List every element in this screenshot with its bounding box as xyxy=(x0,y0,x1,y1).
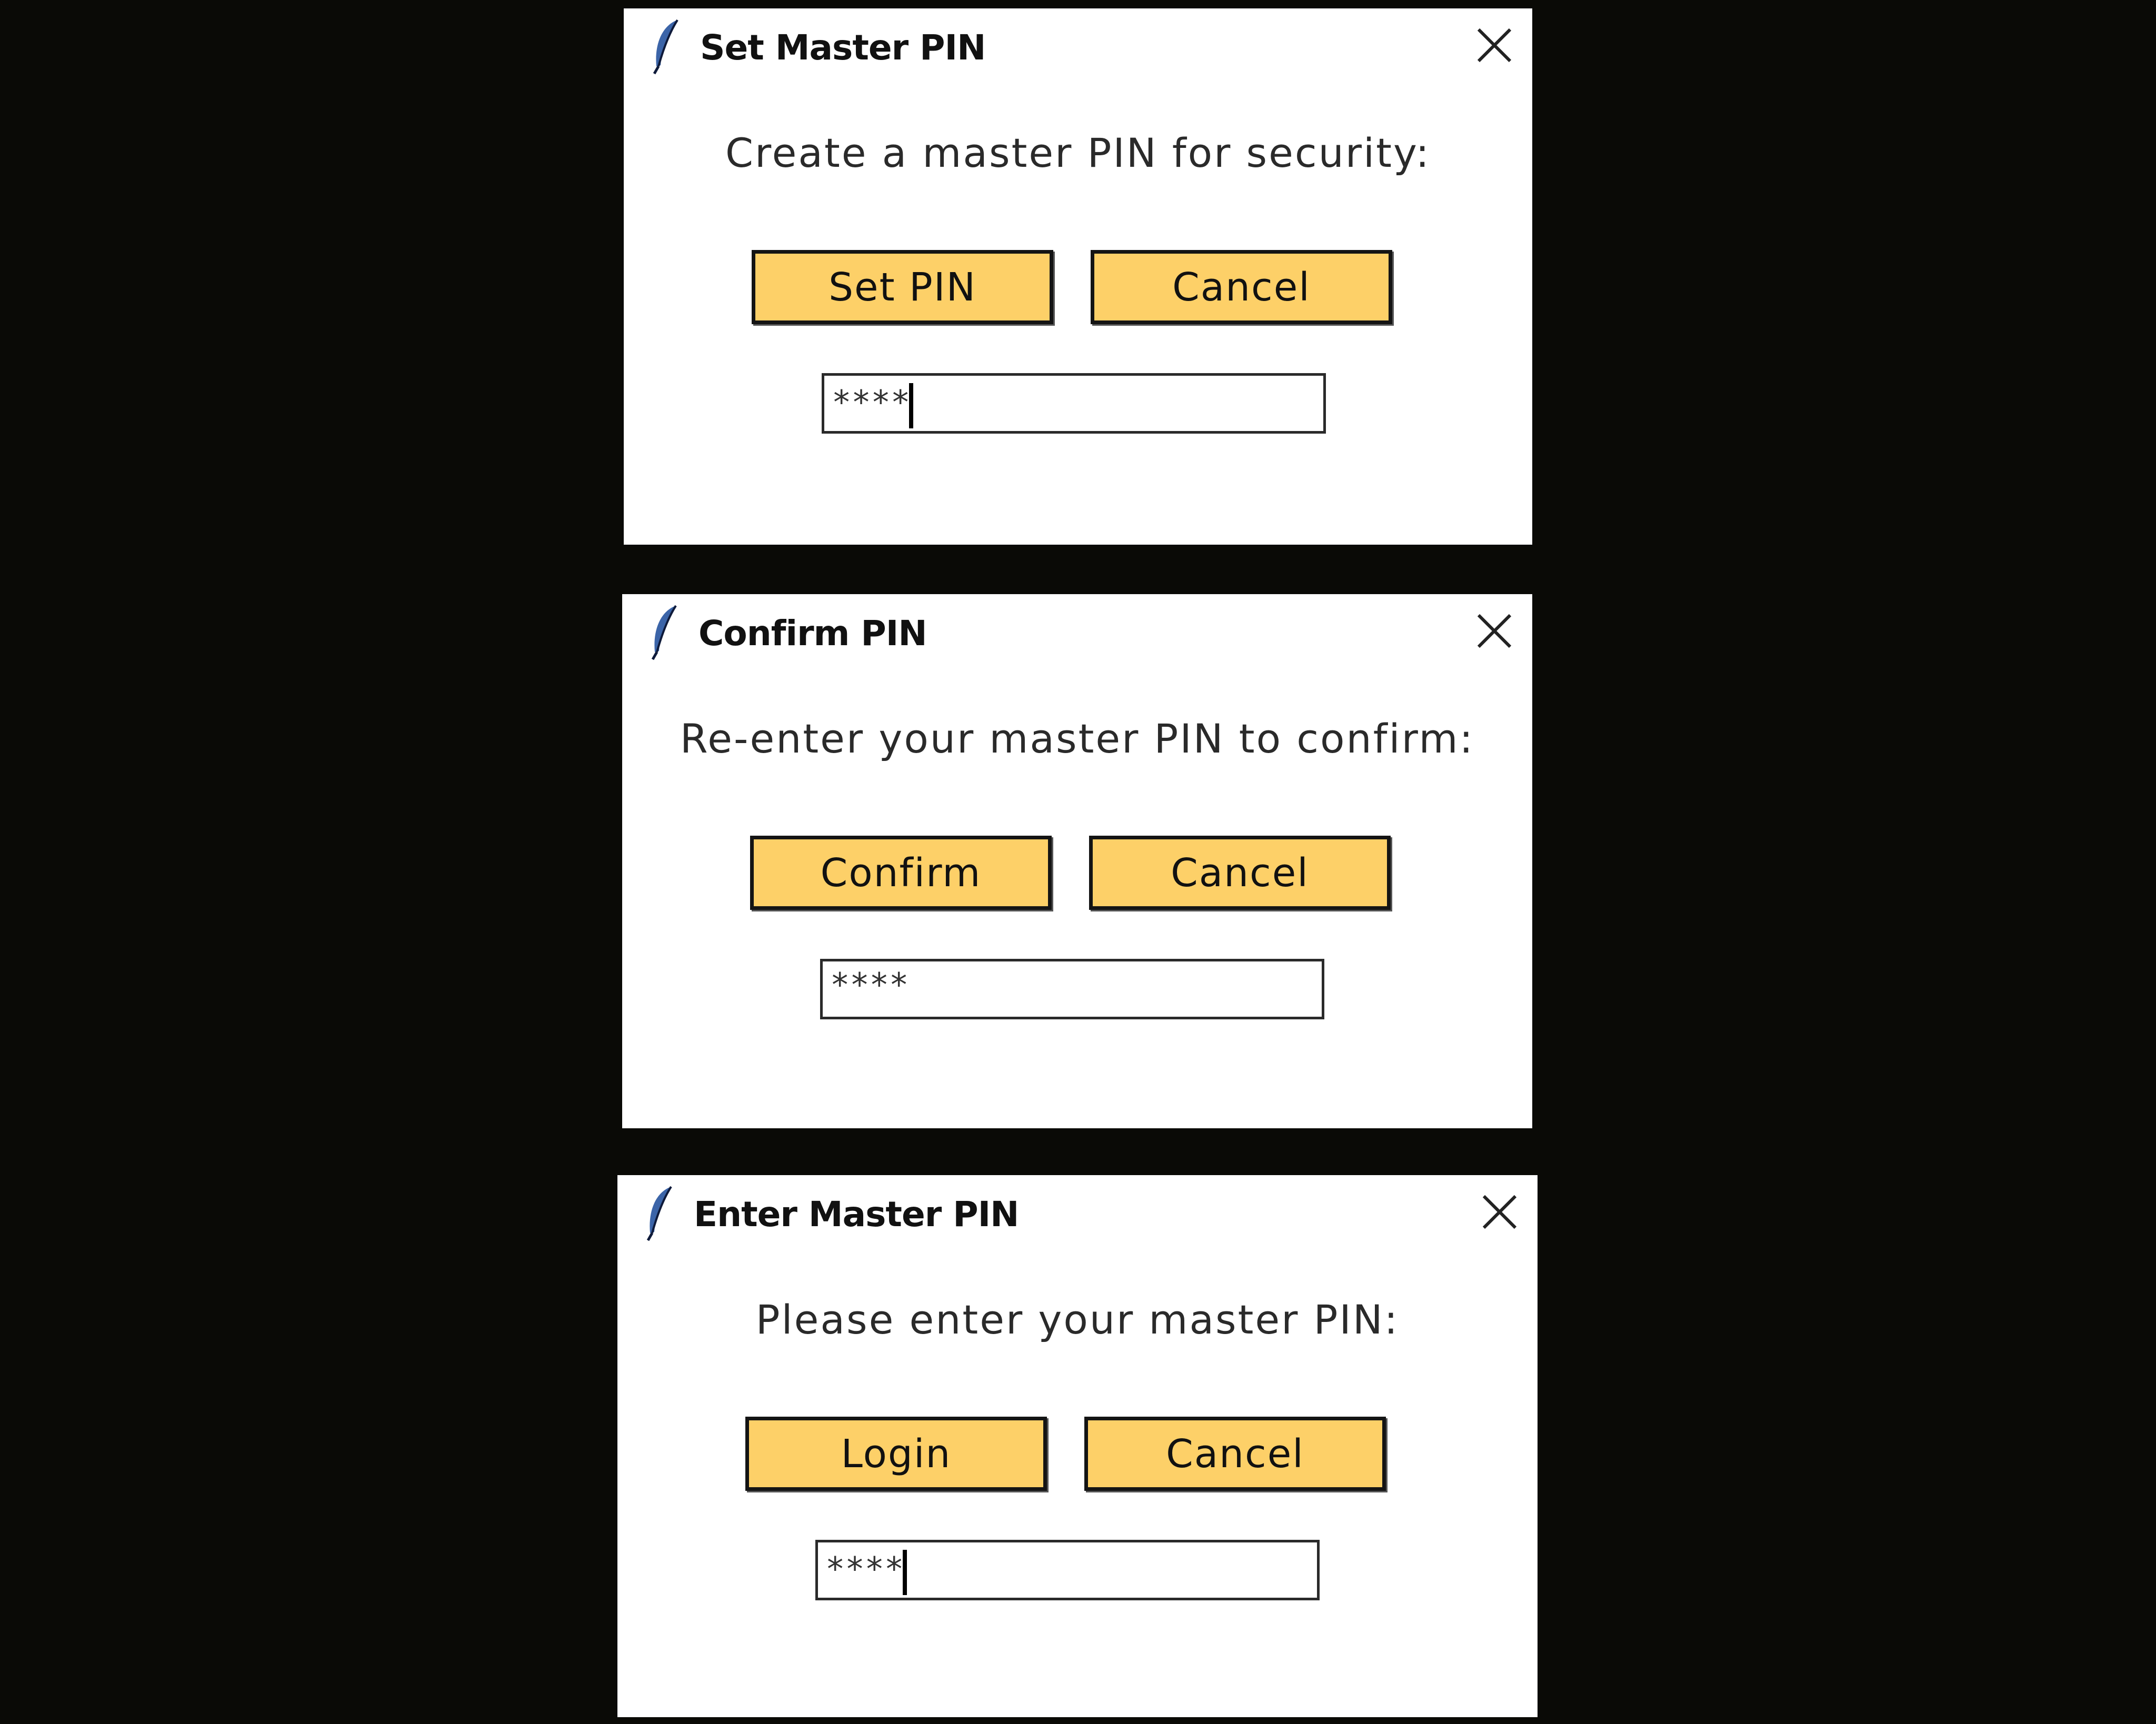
pin-value: **** xyxy=(825,1550,904,1588)
prompt-label: Please enter your master PIN: xyxy=(755,1296,1400,1343)
cancel-button[interactable]: Cancel xyxy=(1091,250,1392,324)
text-caret xyxy=(909,383,914,428)
cancel-button[interactable]: Cancel xyxy=(1089,836,1391,910)
pin-value: **** xyxy=(830,966,909,1004)
confirm-button[interactable]: Confirm xyxy=(750,836,1052,910)
dialog-title: Confirm PIN xyxy=(698,613,927,654)
set-master-pin-dialog: Set Master PIN Create a master PIN for s… xyxy=(624,8,1532,545)
feather-icon xyxy=(646,1186,672,1241)
pin-input[interactable]: **** xyxy=(815,1540,1320,1600)
pin-input[interactable]: **** xyxy=(822,373,1326,434)
close-icon[interactable] xyxy=(1479,1191,1521,1233)
cancel-button[interactable]: Cancel xyxy=(1084,1417,1386,1491)
pin-value: **** xyxy=(832,383,911,422)
set-pin-button[interactable]: Set PIN xyxy=(752,250,1053,324)
dialog-title: Enter Master PIN xyxy=(694,1194,1019,1235)
feather-icon xyxy=(653,19,678,75)
confirm-pin-dialog: Confirm PIN Re-enter your master PIN to … xyxy=(622,594,1532,1128)
close-icon[interactable] xyxy=(1473,610,1515,652)
text-caret xyxy=(903,1550,907,1595)
feather-icon xyxy=(651,605,677,660)
login-button[interactable]: Login xyxy=(745,1417,1047,1491)
dialog-title: Set Master PIN xyxy=(700,27,986,68)
prompt-label: Re-enter your master PIN to confirm: xyxy=(680,715,1475,762)
prompt-label: Create a master PIN for security: xyxy=(725,129,1431,176)
pin-input[interactable]: **** xyxy=(820,959,1324,1019)
close-icon[interactable] xyxy=(1473,24,1515,66)
titlebar: Confirm PIN xyxy=(622,594,1532,663)
titlebar: Set Master PIN xyxy=(624,8,1532,77)
enter-master-pin-dialog: Enter Master PIN Please enter your maste… xyxy=(617,1175,1538,1717)
titlebar: Enter Master PIN xyxy=(617,1175,1538,1244)
